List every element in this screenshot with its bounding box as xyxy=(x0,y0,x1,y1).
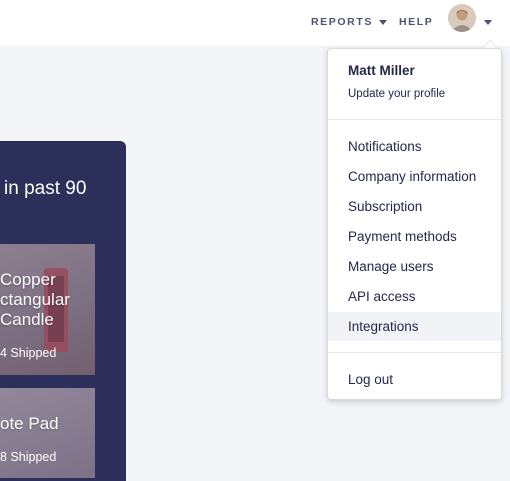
reports-menu[interactable]: REPORTS xyxy=(311,15,387,29)
divider xyxy=(328,119,501,120)
update-profile-link[interactable]: Update your profile xyxy=(348,88,445,100)
help-label: HELP xyxy=(399,16,434,28)
menu-item-subscription[interactable]: Subscription xyxy=(328,192,501,221)
menu-item-notifications[interactable]: Notifications xyxy=(328,132,501,161)
avatar[interactable] xyxy=(448,4,476,32)
divider xyxy=(328,352,501,353)
help-link[interactable]: HELP xyxy=(399,15,433,29)
product-title: Copper ctangular Candle xyxy=(0,270,70,329)
shipped-count: 4 Shipped xyxy=(0,346,57,360)
menu-item-payment-methods[interactable]: Payment methods xyxy=(328,222,501,251)
chevron-down-icon xyxy=(378,19,387,25)
panel-heading: in past 90 xyxy=(4,178,87,199)
menu-item-manage-users[interactable]: Manage users xyxy=(328,252,501,281)
shipped-count: 8 Shipped xyxy=(0,450,57,464)
top-navigation-bar: REPORTS HELP xyxy=(0,0,510,46)
menu-item-integrations[interactable]: Integrations xyxy=(328,312,501,341)
user-avatar-icon xyxy=(448,4,476,32)
avatar-chevron-down-icon[interactable] xyxy=(484,20,492,25)
user-name: Matt Miller xyxy=(348,63,415,78)
product-card[interactable]: Copper ctangular Candle 4 Shipped xyxy=(0,244,95,375)
product-title: ote Pad xyxy=(0,414,59,433)
menu-item-api-access[interactable]: API access xyxy=(328,282,501,311)
dropdown-pointer xyxy=(483,41,497,48)
product-card[interactable]: ote Pad 8 Shipped xyxy=(0,388,95,478)
menu-item-company-information[interactable]: Company information xyxy=(328,162,501,191)
profile-dropdown-menu: Matt Miller Update your profile Notifica… xyxy=(327,48,502,400)
logout-menu-item[interactable]: Log out xyxy=(328,365,501,394)
reports-label: REPORTS xyxy=(311,16,373,28)
